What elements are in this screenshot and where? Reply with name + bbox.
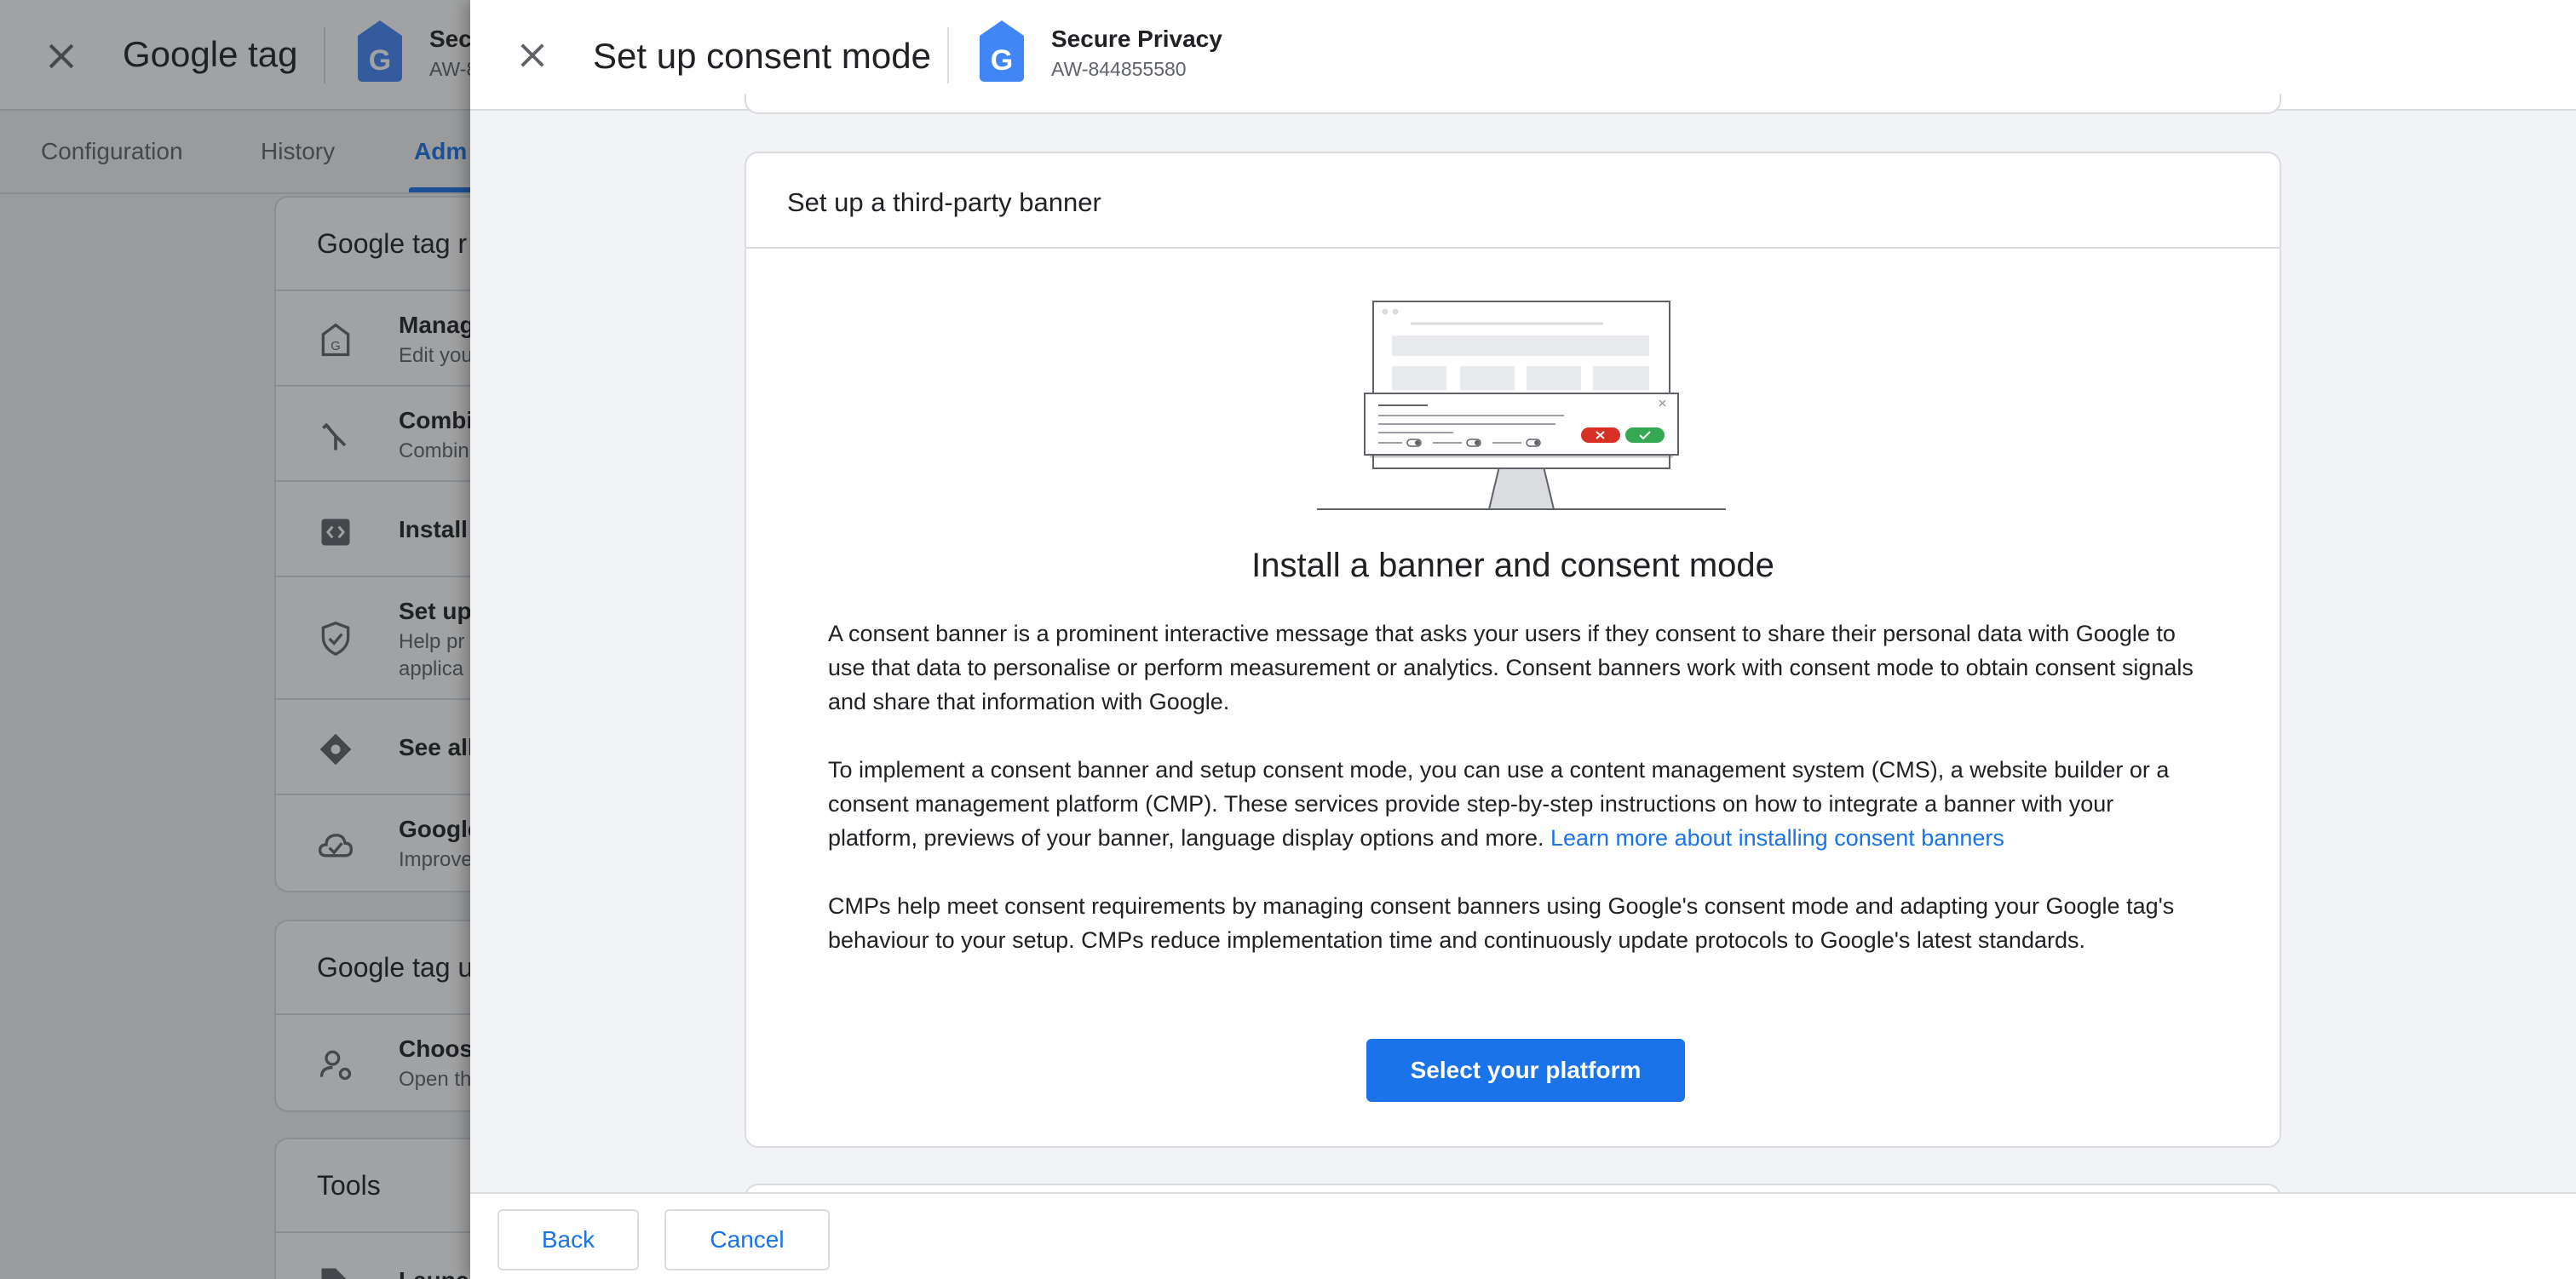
google-tag-icon: G	[980, 20, 1024, 82]
consent-mode-panel: Set up consent mode G Secure Privacy AW-…	[470, 0, 2576, 1279]
learn-more-link[interactable]: Learn more about installing consent bann…	[1550, 825, 2004, 851]
paragraph-implementation: To implement a consent banner and setup …	[828, 753, 2208, 855]
account-id: AW-844855580	[1051, 58, 1187, 80]
panel-title: Set up consent mode	[593, 36, 931, 76]
third-party-banner-card: Set up a third-party banner Install a ba…	[745, 152, 2281, 1148]
header-divider	[947, 27, 949, 83]
cancel-button[interactable]: Cancel	[664, 1209, 830, 1270]
paragraph-consent-banner: A consent banner is a prominent interact…	[828, 621, 2194, 714]
back-button[interactable]: Back	[497, 1209, 639, 1270]
svg-text:G: G	[991, 44, 1013, 77]
card-heading: Install a banner and consent mode	[1251, 547, 1774, 584]
card-title: Set up a third-party banner	[746, 153, 2280, 249]
paragraph-cmp: CMPs help meet consent requirements by m…	[828, 893, 2175, 953]
close-icon[interactable]	[515, 37, 550, 73]
account-name: Secure Privacy	[1051, 26, 1222, 52]
previous-card	[745, 94, 2281, 114]
select-platform-button[interactable]: Select your platform	[1366, 1039, 1685, 1102]
consent-banner-illustration	[1317, 301, 1726, 510]
panel-footer: Back Cancel	[470, 1192, 2576, 1279]
